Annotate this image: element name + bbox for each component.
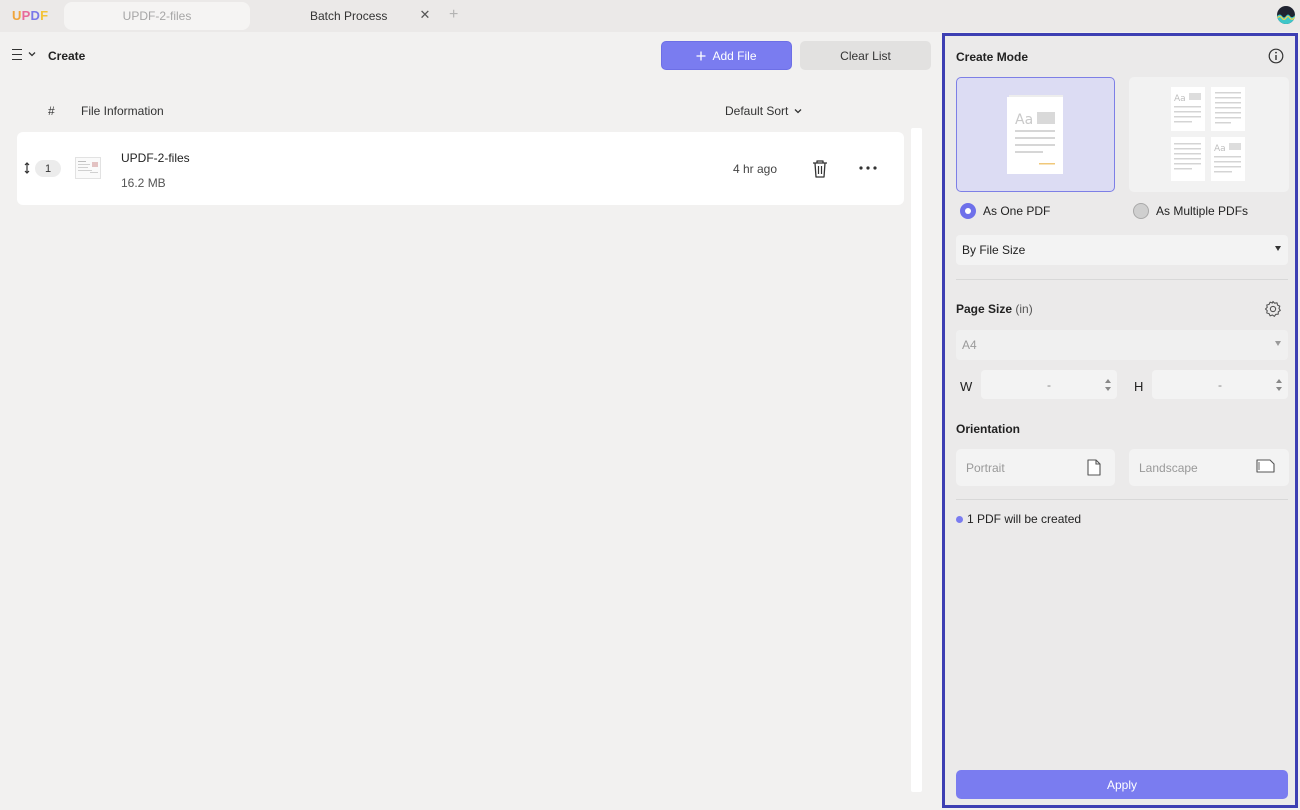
add-file-button[interactable]: Add File [661, 41, 792, 70]
tab-label: UPDF-2-files [122, 9, 192, 23]
clear-list-button[interactable]: Clear List [800, 41, 931, 70]
file-timestamp: 4 hr ago [733, 162, 778, 176]
portrait-page-icon [1087, 459, 1101, 476]
apply-button[interactable]: Apply [956, 770, 1288, 799]
dropdown-arrow-icon [1275, 341, 1281, 346]
clear-list-label: Clear List [840, 48, 891, 63]
svg-text:Aa: Aa [1214, 144, 1226, 154]
page-size-label: Page Size [956, 302, 1013, 316]
file-name: UPDF-2-files [121, 151, 190, 165]
radio-as-multiple-pdfs[interactable]: As Multiple PDFs [1133, 203, 1248, 219]
file-order-select[interactable]: By File Size [956, 235, 1288, 265]
sort-label: Default Sort [725, 104, 789, 118]
svg-text:Aa: Aa [1015, 112, 1033, 128]
column-header-file-information: File Information [81, 104, 164, 118]
info-icon[interactable] [1268, 48, 1284, 64]
landscape-button[interactable]: Landscape [1129, 449, 1289, 486]
divider [956, 279, 1288, 280]
table-row[interactable]: 1 UPDF-2-files 16.2 MB 4 hr ago [17, 132, 904, 205]
height-label: H [1134, 379, 1144, 394]
mode-card-multiple-pdfs[interactable]: Aa Aa [1129, 77, 1289, 192]
radio-selected-icon[interactable] [960, 203, 976, 219]
dropdown-arrow-icon [1275, 246, 1281, 251]
multiple-documents-icon: Aa Aa [1171, 87, 1245, 181]
add-file-label: Add File [712, 48, 757, 63]
landscape-label: Landscape [1139, 460, 1198, 475]
orientation-title: Orientation [956, 422, 1021, 436]
divider [956, 499, 1288, 500]
create-settings-panel: Create Mode Aa Aa Aa As One PDF As Multi… [942, 33, 1298, 808]
column-header-index: # [48, 104, 55, 118]
updf-logo: UPDF [12, 8, 49, 23]
add-tab-icon[interactable]: + [449, 7, 458, 23]
sort-dropdown[interactable]: Default Sort [725, 104, 802, 118]
height-stepper[interactable]: - [1152, 370, 1288, 399]
gear-icon[interactable] [1264, 300, 1282, 318]
plus-icon [696, 51, 706, 60]
chevron-down-icon [28, 52, 36, 57]
avatar[interactable] [1277, 6, 1295, 24]
landscape-page-icon [1256, 459, 1275, 473]
stepper-up-icon[interactable] [1276, 379, 1282, 383]
width-value: - [1047, 377, 1051, 392]
title-bar: UPDF UPDF-2-files Batch Process ✕ + [0, 0, 1300, 32]
trash-icon[interactable] [811, 159, 829, 179]
stepper-up-icon[interactable] [1105, 379, 1111, 383]
status-message: 1 PDF will be created [956, 512, 1081, 526]
close-icon[interactable]: ✕ [418, 8, 432, 22]
select-value: By File Size [962, 243, 1026, 257]
radio-label: As Multiple PDFs [1156, 204, 1249, 218]
chevron-down-icon [794, 109, 802, 114]
single-document-icon: Aa [1007, 95, 1063, 174]
width-label: W [960, 379, 973, 394]
file-size: 16.2 MB [121, 176, 166, 190]
portrait-button[interactable]: Portrait [956, 449, 1115, 486]
section-label: Create [48, 49, 86, 63]
height-value: - [1218, 377, 1222, 392]
scrollbar[interactable] [911, 128, 922, 792]
radio-label: As One PDF [983, 204, 1051, 218]
page-size-title: Page Size (in) [956, 302, 1033, 316]
tab-batch-process[interactable]: Batch Process ✕ [252, 2, 440, 30]
stepper-down-icon[interactable] [1276, 387, 1282, 391]
more-options-icon[interactable] [859, 166, 877, 170]
portrait-label: Portrait [966, 460, 1005, 475]
apply-label: Apply [1106, 777, 1138, 792]
drag-handle-icon[interactable] [23, 162, 31, 174]
svg-text:Aa: Aa [1174, 94, 1186, 104]
width-stepper[interactable]: - [981, 370, 1117, 399]
radio-unselected-icon[interactable] [1133, 203, 1149, 219]
tab-label: Batch Process [310, 9, 388, 23]
file-thumbnail-icon [75, 157, 101, 179]
menu-button[interactable] [10, 48, 38, 62]
tab-updf-2-files[interactable]: UPDF-2-files [64, 2, 250, 30]
stepper-down-icon[interactable] [1105, 387, 1111, 391]
row-index-badge: 1 [35, 160, 61, 177]
status-text: 1 PDF will be created [967, 512, 1082, 526]
select-value: A4 [962, 338, 977, 352]
file-list-pane: Create Add File Clear List # File Inform… [0, 32, 940, 810]
radio-as-one-pdf[interactable]: As One PDF [960, 203, 1050, 219]
page-size-unit: (in) [1015, 302, 1033, 316]
create-mode-title: Create Mode [956, 50, 1029, 64]
mode-card-one-pdf[interactable]: Aa [956, 77, 1115, 192]
status-dot-icon [956, 515, 963, 523]
page-size-select[interactable]: A4 [956, 330, 1288, 360]
